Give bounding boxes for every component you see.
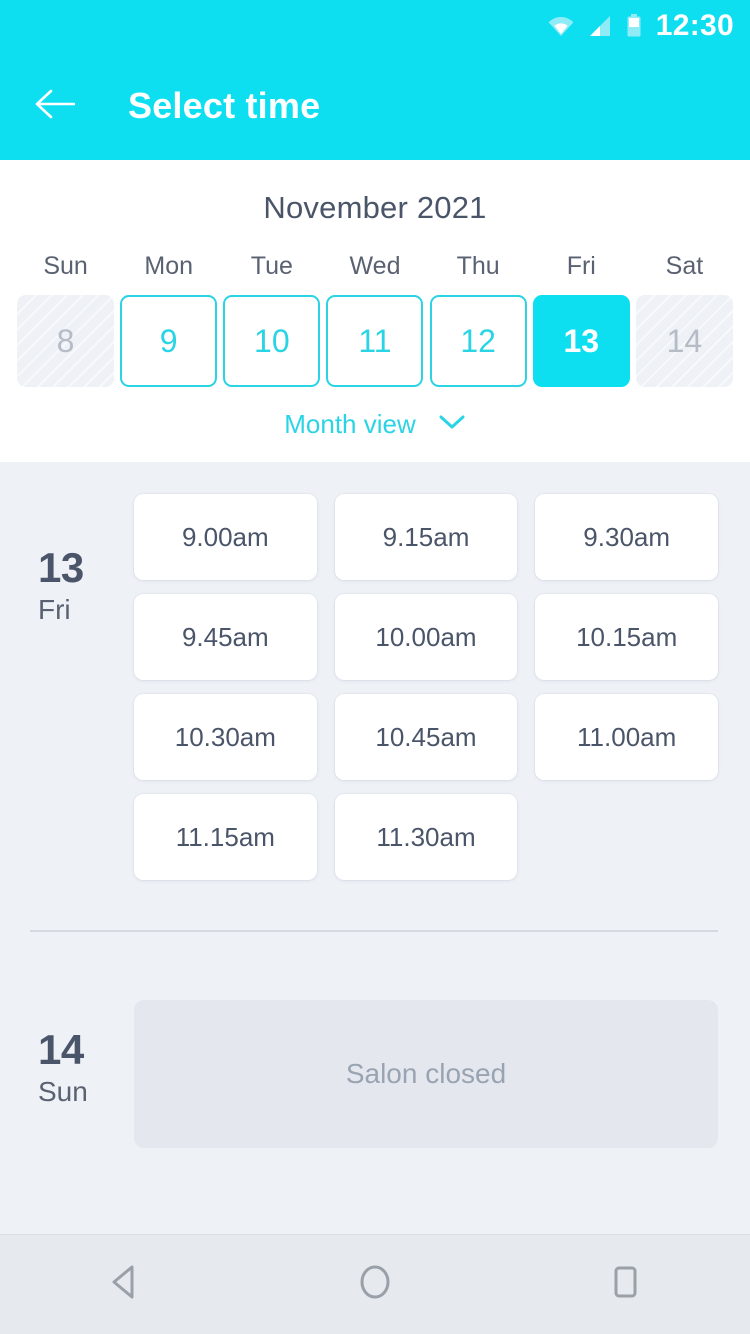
nav-home-circle-icon	[356, 1262, 394, 1307]
calendar-date-10[interactable]: 10	[223, 295, 321, 387]
calendar-date-12[interactable]: 12	[429, 295, 527, 387]
time-slot[interactable]: 11.30am	[334, 794, 518, 880]
salon-closed-notice: Salon closed	[134, 1000, 718, 1148]
day-name-sat: Sat	[665, 252, 704, 280]
time-slot[interactable]: 9.45am	[134, 594, 317, 680]
month-view-label: Month view	[284, 409, 416, 439]
schedule-day-14-label: 14 Sun	[38, 1000, 134, 1148]
nav-back-triangle-icon	[107, 1263, 143, 1306]
calendar-month-title: November 2021	[263, 190, 487, 225]
day-name-fri: Fri	[566, 252, 596, 280]
time-slot[interactable]: 9.00am	[134, 494, 317, 580]
calendar-date-9[interactable]: 9	[120, 295, 218, 387]
app-bar: Select time	[0, 52, 750, 160]
day-name-sun: Sun	[43, 252, 88, 280]
time-slot[interactable]: 9.15am	[334, 494, 518, 580]
battery-icon	[626, 14, 642, 38]
chevron-down-icon	[438, 413, 466, 436]
time-slot-placeholder	[535, 794, 718, 880]
nav-home-button[interactable]	[330, 1250, 420, 1320]
time-slot[interactable]: 11.15am	[134, 794, 317, 880]
calendar-date-8: 8	[17, 295, 115, 387]
schedule-day-13-number: 13	[38, 544, 84, 591]
back-button[interactable]	[34, 85, 76, 127]
back-arrow-icon	[35, 89, 76, 124]
schedule-day-13: 13 Fri 9.00am 9.15am 9.30am 9.45am 10.00…	[0, 494, 750, 880]
nav-back-button[interactable]	[80, 1250, 170, 1320]
schedule-day-13-dow: Fri	[38, 594, 71, 626]
month-view-toggle[interactable]: Month view	[0, 409, 750, 440]
calendar-date-11[interactable]: 11	[326, 295, 424, 387]
wifi-icon	[548, 15, 574, 37]
calendar-date-13[interactable]: 13	[532, 295, 630, 387]
day-name-mon: Mon	[144, 252, 194, 280]
signal-icon	[588, 15, 612, 37]
day-name-tue: Tue	[250, 252, 293, 280]
time-slot[interactable]: 11.00am	[535, 694, 718, 780]
time-slot[interactable]: 10.15am	[535, 594, 718, 680]
nav-recents-square-icon	[608, 1263, 642, 1306]
calendar-dates-row: 8 9 10 11 12 13 14	[0, 295, 750, 387]
status-bar-clock: 12:30	[655, 9, 734, 42]
time-slot-grid: 9.00am 9.15am 9.30am 9.45am 10.00am 10.1…	[134, 494, 718, 880]
schedule-area: 13 Fri 9.00am 9.15am 9.30am 9.45am 10.00…	[0, 462, 750, 1234]
calendar-date-14: 14	[635, 295, 733, 387]
calendar-panel: November 2021 Sun Mon Tue Wed Thu Fri Sa…	[0, 160, 750, 462]
app-root: 12:30 Select time November 2021 Sun Mon …	[0, 0, 750, 1334]
schedule-divider	[30, 930, 718, 932]
day-name-wed: Wed	[349, 252, 401, 280]
time-slot[interactable]: 10.30am	[134, 694, 317, 780]
day-name-thu: Thu	[456, 252, 500, 280]
time-slot[interactable]: 10.45am	[334, 694, 518, 780]
time-slot[interactable]: 9.30am	[535, 494, 718, 580]
nav-recents-button[interactable]	[580, 1250, 670, 1320]
schedule-day-14: 14 Sun Salon closed	[0, 1000, 750, 1148]
calendar-day-names-row: Sun Mon Tue Wed Thu Fri Sat	[0, 252, 750, 295]
page-title: Select time	[128, 85, 321, 126]
schedule-day-14-dow: Sun	[38, 1076, 88, 1108]
time-slot[interactable]: 10.00am	[334, 594, 518, 680]
schedule-day-13-label: 13 Fri	[38, 494, 134, 880]
status-bar: 12:30	[0, 0, 750, 52]
android-nav-bar	[0, 1234, 750, 1334]
schedule-day-14-number: 14	[38, 1026, 84, 1073]
